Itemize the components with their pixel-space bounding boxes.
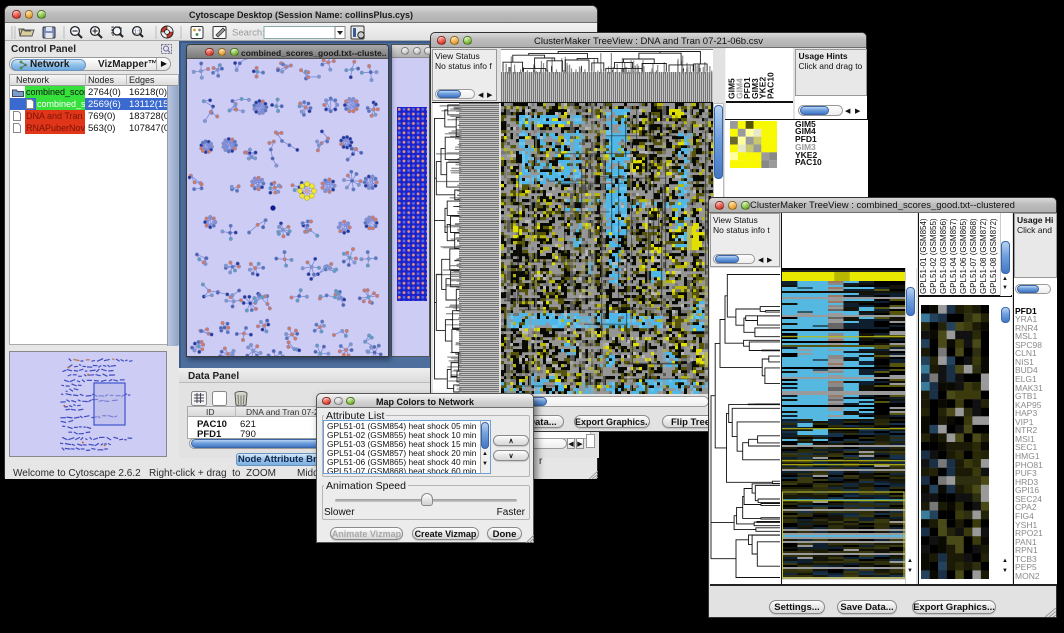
svg-text:PAC10: PAC10	[766, 72, 776, 99]
svg-text:GPL51-08 (GSM872): GPL51-08 (GSM872)	[989, 218, 998, 294]
svg-text:GPL51-07 (GSM868): GPL51-07 (GSM868)	[969, 218, 978, 294]
svg-text:GPL51-04 (GSM857): GPL51-04 (GSM857)	[949, 218, 958, 294]
svg-text:GPL51-06 (GSM865): GPL51-06 (GSM865)	[959, 218, 968, 294]
svg-text:1:1: 1:1	[134, 30, 141, 36]
svg-text:GPL51-08 (GSM872): GPL51-08 (GSM872)	[979, 218, 988, 294]
svg-text:Search:: Search:	[232, 28, 265, 39]
svg-text:GPL51-03 (GSM856): GPL51-03 (GSM856)	[939, 218, 948, 294]
svg-text:GPL51-02 (GSM855): GPL51-02 (GSM855)	[929, 218, 938, 294]
svg-text:GPL51-01 (GSM854): GPL51-01 (GSM854)	[919, 218, 928, 294]
